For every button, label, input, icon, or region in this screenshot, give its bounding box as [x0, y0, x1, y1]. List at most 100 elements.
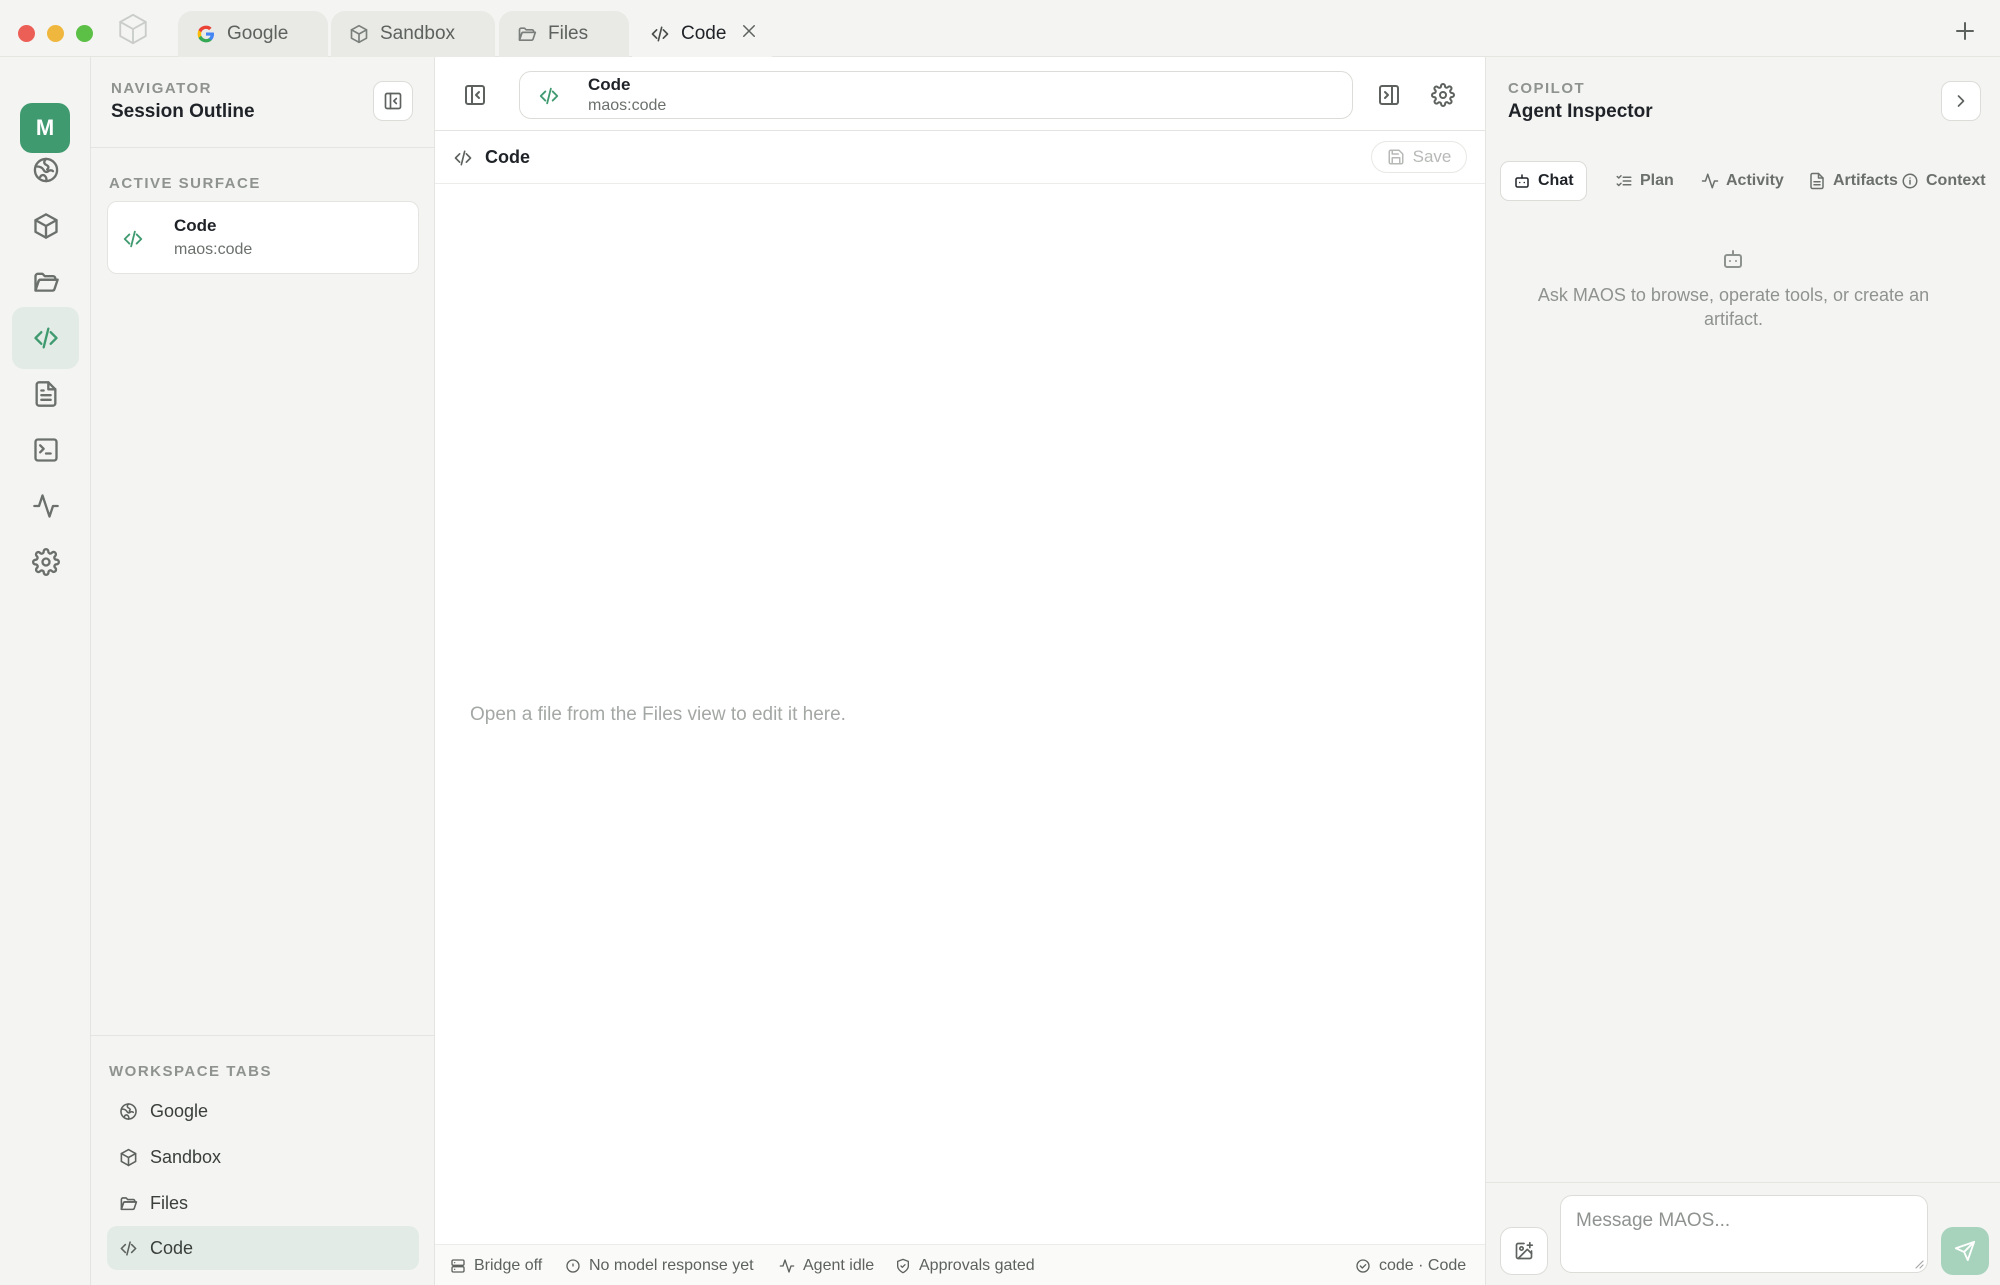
new-tab-button[interactable] — [1953, 19, 1977, 43]
send-button[interactable] — [1941, 1227, 1989, 1275]
collapse-navigator-button[interactable] — [373, 81, 413, 121]
check-circle-icon — [1356, 1258, 1370, 1273]
copilot-title: Agent Inspector — [1508, 101, 1653, 122]
status-bridge: Bridge off — [450, 1245, 542, 1285]
send-icon — [1954, 1240, 1976, 1262]
list-checks-icon — [1616, 175, 1632, 187]
navigator-title: Session Outline — [111, 101, 255, 122]
status-bar: Bridge off No model response yet Agent i… — [435, 1244, 1485, 1285]
address-title: Code — [588, 75, 631, 94]
save-icon — [1388, 149, 1404, 165]
code-icon — [122, 228, 144, 250]
tab-chat[interactable]: Chat — [1500, 161, 1587, 201]
message-placeholder: Message MAOS... — [1576, 1210, 1731, 1231]
tab-google[interactable]: Google — [178, 11, 328, 57]
copilot-eyebrow: COPILOT — [1508, 80, 1586, 97]
address-subtitle: maos:code — [588, 97, 667, 114]
tab-sandbox[interactable]: Sandbox — [331, 11, 495, 57]
active-surface-card[interactable]: Code maos:code — [107, 201, 419, 274]
server-icon — [451, 1258, 465, 1273]
terminal-icon — [33, 438, 58, 462]
rail-sandbox-button[interactable] — [12, 195, 79, 257]
window-maximize-button[interactable] — [76, 25, 93, 42]
info-icon — [1902, 173, 1918, 189]
tab-label: Google — [227, 23, 289, 44]
tab-plan[interactable]: Plan — [1603, 161, 1686, 201]
title-bar: Google Sandbox Files Code — [0, 0, 2000, 57]
workspace-tab-label: Sandbox — [150, 1146, 222, 1167]
navigator-panel: NAVIGATOR Session Outline ACTIVE SURFACE… — [91, 57, 435, 1285]
copilot-panel: COPILOT Agent Inspector Chat Plan Activi… — [1485, 57, 2000, 1285]
status-agent: Agent idle — [779, 1245, 874, 1285]
workspace-tab-label: Google — [150, 1100, 209, 1121]
code-icon — [538, 85, 560, 107]
workspace-tab-label: Code — [150, 1237, 194, 1258]
workspace-tabs-label: WORKSPACE TABS — [109, 1063, 272, 1080]
gear-icon — [31, 548, 60, 576]
rail-settings-button[interactable] — [12, 531, 79, 593]
window-close-button[interactable] — [18, 25, 35, 42]
globe-icon — [33, 157, 58, 183]
code-surface: Code maos:code Code Save Open a file fro… — [435, 57, 1485, 1285]
workspace-tab-files[interactable]: Files — [107, 1181, 419, 1225]
plus-icon — [1956, 22, 1974, 40]
folder-icon — [517, 24, 537, 44]
rail-code-button[interactable] — [12, 307, 79, 369]
message-input[interactable]: Message MAOS... — [1560, 1195, 1928, 1273]
image-plus-icon — [1515, 1241, 1534, 1260]
collapse-copilot-button[interactable] — [1941, 81, 1981, 121]
activity-icon — [779, 1258, 795, 1273]
attach-image-button[interactable] — [1500, 1227, 1548, 1275]
activity-icon — [32, 494, 59, 518]
document-icon — [35, 381, 56, 407]
shield-check-icon — [897, 1258, 909, 1273]
close-tab-icon[interactable] — [740, 22, 758, 40]
toggle-navigator-button[interactable] — [457, 77, 493, 113]
workspace-tab-code[interactable]: Code — [107, 1226, 419, 1270]
workspace-tab-sandbox[interactable]: Sandbox — [107, 1135, 419, 1179]
tab-files[interactable]: Files — [499, 11, 629, 57]
rail-terminal-button[interactable] — [12, 419, 79, 481]
rail-browser-button[interactable] — [12, 139, 79, 201]
divider — [91, 1035, 435, 1036]
activity-icon — [1701, 173, 1719, 189]
rail-activity-button[interactable] — [12, 475, 79, 537]
tab-context[interactable]: Context — [1889, 161, 1998, 201]
toggle-copilot-button[interactable] — [1371, 77, 1407, 113]
panel-left-icon — [465, 85, 485, 105]
folder-icon — [120, 1196, 138, 1210]
cube-icon — [120, 1148, 137, 1166]
divider — [91, 147, 435, 148]
surface-address-bar[interactable]: Code maos:code — [519, 71, 1353, 119]
chat-empty-message: Ask MAOS to browse, operate tools, or cr… — [1537, 285, 1930, 329]
tab-activity[interactable]: Activity — [1689, 161, 1796, 201]
window-minimize-button[interactable] — [47, 25, 64, 42]
app-logo-icon — [116, 12, 150, 46]
panel-right-icon — [1379, 85, 1399, 105]
cube-icon — [33, 213, 58, 239]
workspace-tab-google[interactable]: Google — [107, 1089, 419, 1133]
bot-icon — [1721, 247, 1745, 271]
surface-settings-button[interactable] — [1425, 77, 1461, 113]
editor-empty-message: Open a file from the Files view to edit … — [470, 704, 846, 725]
surface-subtitle: maos:code — [174, 241, 253, 258]
active-surface-label: ACTIVE SURFACE — [109, 175, 261, 192]
code-icon — [650, 24, 670, 44]
google-icon — [196, 24, 216, 44]
tab-label: Code — [681, 23, 727, 44]
panel-left-close-icon — [384, 92, 402, 110]
workspace-tab-label: Files — [150, 1192, 189, 1213]
code-icon — [120, 1240, 137, 1256]
save-button[interactable]: Save — [1371, 141, 1467, 173]
editor-title: Code — [485, 147, 530, 167]
status-model: No model response yet — [565, 1245, 754, 1285]
save-label: Save — [1412, 147, 1452, 166]
status-surface: code · Code — [1355, 1245, 1466, 1285]
rail-documents-button[interactable] — [12, 363, 79, 425]
rail-files-button[interactable] — [12, 251, 79, 313]
app-rail: M — [0, 57, 91, 1285]
gear-icon — [1431, 83, 1455, 107]
resize-handle-icon[interactable] — [1914, 1259, 1924, 1269]
folder-icon — [33, 272, 59, 292]
globe-icon — [120, 1102, 137, 1120]
